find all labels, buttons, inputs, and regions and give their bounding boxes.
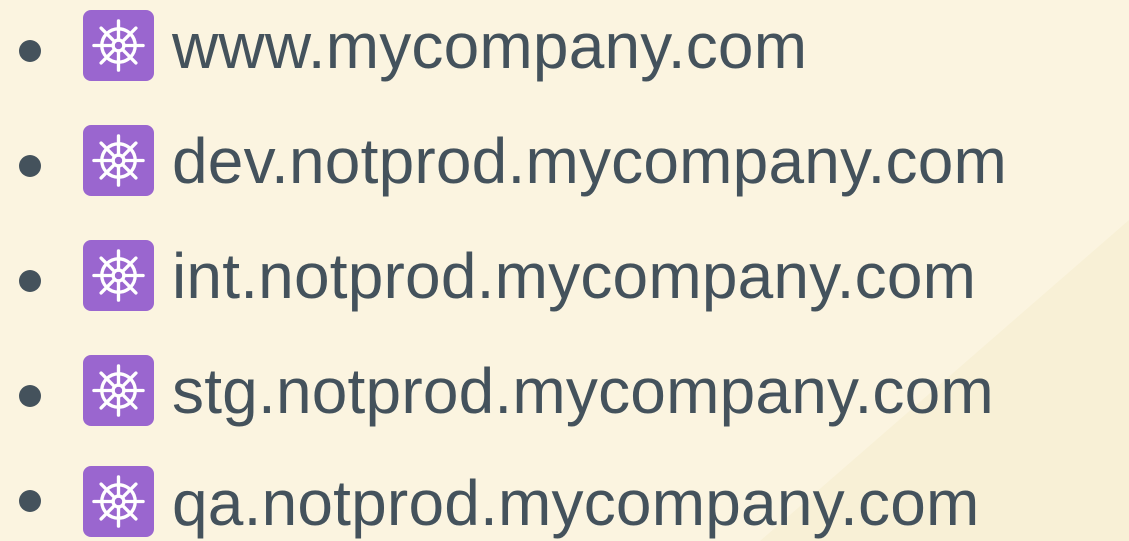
list-item: dev.notprod.mycompany.com [0, 121, 1129, 211]
bullet [19, 155, 41, 177]
ship-wheel-icon [83, 466, 154, 537]
bullet [19, 385, 41, 407]
ship-wheel-icon [83, 355, 154, 426]
domain-label: qa.notprod.mycompany.com [172, 467, 980, 539]
domain-label: stg.notprod.mycompany.com [172, 355, 994, 427]
bullet [19, 40, 41, 62]
list-item: www.mycompany.com [0, 6, 1129, 96]
list-item: stg.notprod.mycompany.com [0, 351, 1129, 441]
ship-wheel-icon [83, 10, 154, 81]
ship-wheel-icon [83, 240, 154, 311]
list-item: int.notprod.mycompany.com [0, 236, 1129, 326]
bullet [19, 490, 41, 512]
ship-wheel-icon [83, 125, 154, 196]
domain-label: dev.notprod.mycompany.com [172, 125, 1007, 197]
list-item: qa.notprod.mycompany.com [0, 451, 1129, 541]
domain-label: int.notprod.mycompany.com [172, 240, 977, 312]
domain-label: www.mycompany.com [172, 10, 808, 82]
domain-list: www.mycompany.com dev.notprod.mycompany.… [0, 0, 1129, 541]
bullet [19, 270, 41, 292]
